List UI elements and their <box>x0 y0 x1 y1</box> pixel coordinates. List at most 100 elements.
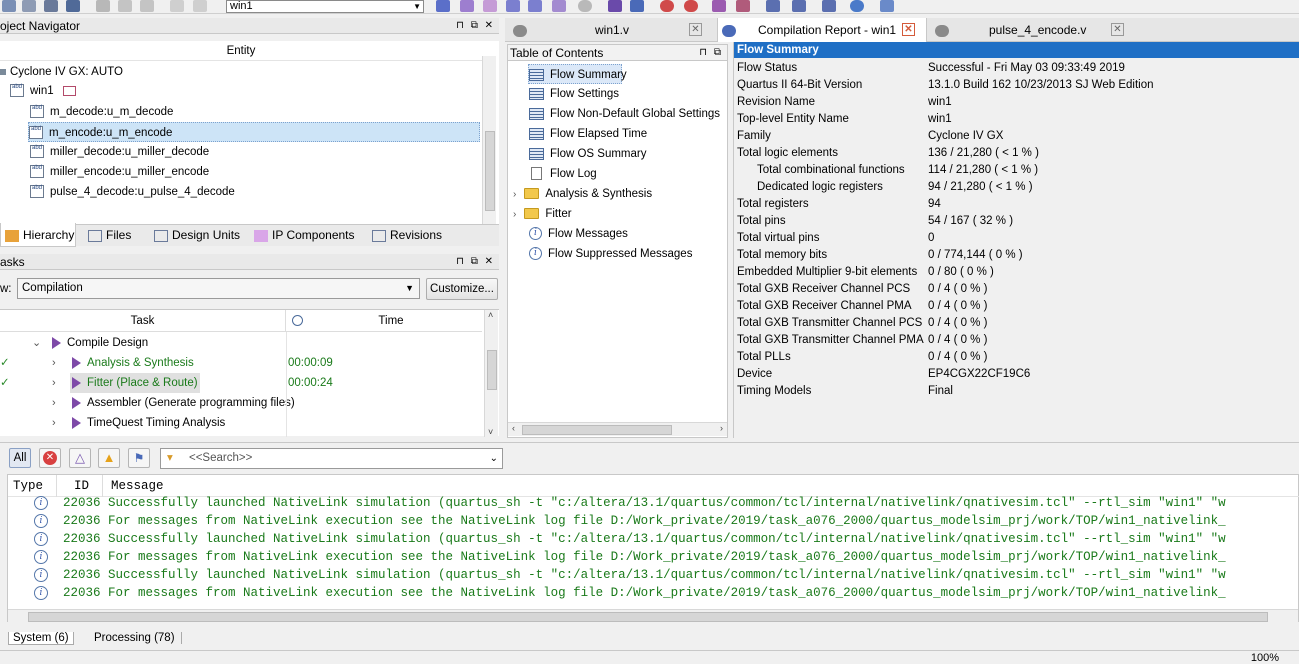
device-node[interactable]: Cyclone IV GX: AUTO <box>0 62 123 82</box>
stop-icon[interactable] <box>578 0 592 12</box>
summary-row[interactable]: Revision Name win1 <box>734 94 1299 111</box>
paste-icon[interactable] <box>140 0 154 12</box>
tab-system[interactable]: System (6) <box>8 632 74 645</box>
summary-row[interactable]: Family Cyclone IV GX <box>734 128 1299 145</box>
tab-pulse-4-encode-v[interactable]: pulse_4_encode.v ✕ <box>931 18 1131 42</box>
chip-planner-icon[interactable] <box>506 0 520 12</box>
customize-button[interactable]: Customize... <box>426 278 498 300</box>
cut-icon[interactable] <box>96 0 110 12</box>
toc-item-flow-summary[interactable]: Flow Summary <box>528 64 627 84</box>
analysis-icon[interactable] <box>630 0 644 12</box>
settings-icon[interactable] <box>483 0 497 12</box>
vertical-scrollbar[interactable]: ˄ ˅ <box>484 310 498 437</box>
assignment-editor-icon[interactable] <box>460 0 474 12</box>
chevron-right-icon[interactable]: › <box>52 353 56 373</box>
summary-row[interactable]: Device EP4CGX22CF19C6 <box>734 366 1299 383</box>
close-icon[interactable]: ✕ <box>1111 23 1124 36</box>
flow-select[interactable]: Compilation ▼ <box>17 278 420 299</box>
undo-icon[interactable] <box>170 0 184 12</box>
programmer-icon[interactable] <box>792 0 806 12</box>
summary-row[interactable]: Total pins 54 / 167 ( 32 % ) <box>734 213 1299 230</box>
start-compilation-icon[interactable] <box>608 0 622 12</box>
filter-errors-button[interactable]: ✕ <box>39 448 61 468</box>
column-header-time[interactable]: Time <box>286 310 496 332</box>
timing-icon[interactable] <box>660 0 674 12</box>
column-header-type[interactable]: Type <box>13 475 43 497</box>
copy-icon[interactable] <box>118 0 132 12</box>
tab-ip-components[interactable]: IP Components <box>250 223 355 247</box>
task-row[interactable]: › TimeQuest Timing Analysis <box>0 413 482 433</box>
feedback-icon[interactable] <box>880 0 894 12</box>
toc-item[interactable]: Flow Elapsed Time <box>529 124 647 144</box>
panel-window-buttons[interactable]: ⊓ ⧉ <box>699 45 723 61</box>
tree-item-selected[interactable]: abd m_encode:u_m_encode <box>28 122 480 142</box>
chevron-down-icon[interactable]: ⌄ <box>490 449 498 468</box>
chevron-right-icon[interactable]: › <box>52 393 56 413</box>
column-header-task[interactable]: Task <box>0 310 286 332</box>
tree-item[interactable]: abd miller_decode:u_miller_decode <box>30 142 209 162</box>
filter-all-button[interactable]: All <box>9 448 31 468</box>
summary-row[interactable]: Total GXB Transmitter Channel PMA 0 / 4 (… <box>734 332 1299 349</box>
summary-row[interactable]: Quartus II 64-Bit Version 13.1.0 Build 16… <box>734 77 1299 94</box>
tab-win1-v[interactable]: win1.v ✕ <box>509 18 714 42</box>
toc-item[interactable]: Flow Non-Default Global Settings <box>529 104 720 124</box>
scroll-left-icon[interactable]: ‹ <box>512 423 515 433</box>
panel-window-buttons[interactable]: ⊓ ⧉ ✕ <box>456 254 495 270</box>
close-icon[interactable]: ✕ <box>689 23 702 36</box>
tab-files[interactable]: Files <box>84 223 131 247</box>
timequest-icon[interactable] <box>552 0 566 12</box>
scroll-down-icon[interactable]: ˅ <box>488 427 493 437</box>
task-row[interactable]: ✓ › Analysis & Synthesis 00:00:09 <box>0 353 482 373</box>
filter-warnings-button[interactable]: ▲ <box>98 448 120 468</box>
toc-item[interactable]: Flow Settings <box>529 84 619 104</box>
summary-row[interactable]: Total combinational functions 114 / 21,28… <box>734 162 1299 179</box>
tab-design-units[interactable]: Design Units <box>150 223 240 247</box>
task-row[interactable]: ⌄ Compile Design <box>0 333 482 353</box>
revision-combo[interactable]: win1 ▼ <box>226 0 424 13</box>
summary-row[interactable]: Top-level Entity Name win1 <box>734 111 1299 128</box>
panel-window-buttons[interactable]: ⊓ ⧉ ✕ <box>456 18 495 34</box>
scrollbar-thumb[interactable] <box>485 131 495 211</box>
toc-item[interactable]: › Fitter <box>513 204 572 224</box>
save-icon[interactable] <box>44 0 58 12</box>
scroll-up-icon[interactable]: ˄ <box>488 310 493 320</box>
message-search-input[interactable]: ▾ <<Search>> ⌄ <box>160 448 503 469</box>
horizontal-scrollbar[interactable] <box>8 609 1298 623</box>
open-icon[interactable] <box>22 0 36 12</box>
chip-icon[interactable] <box>766 0 780 12</box>
scroll-right-icon[interactable]: › <box>720 423 723 433</box>
toc-item[interactable]: i Flow Messages <box>529 224 628 244</box>
toc-item[interactable]: › Analysis & Synthesis <box>513 184 652 204</box>
summary-row[interactable]: Total GXB Receiver Channel PMA 0 / 4 ( 0 … <box>734 298 1299 315</box>
rtl-viewer-icon[interactable] <box>712 0 726 12</box>
tab-hierarchy[interactable]: Hierarchy <box>0 223 76 247</box>
chevron-right-icon[interactable]: › <box>513 209 516 220</box>
summary-row[interactable]: Total registers 94 <box>734 196 1299 213</box>
summary-row[interactable]: Total logic elements 136 / 21,280 ( < 1 %… <box>734 145 1299 162</box>
tree-item[interactable]: abd pulse_4_decode:u_pulse_4_decode <box>30 182 235 202</box>
toc-item[interactable]: Flow Log <box>529 164 597 184</box>
vertical-scrollbar[interactable] <box>482 56 496 224</box>
chevron-right-icon[interactable]: › <box>513 189 516 200</box>
redo-icon[interactable] <box>193 0 207 12</box>
summary-row[interactable]: Total GXB Transmitter Channel PCS 0 / 4 (… <box>734 315 1299 332</box>
technology-map-icon[interactable] <box>736 0 750 12</box>
summary-row[interactable]: Embedded Multiplier 9-bit elements 0 / 80… <box>734 264 1299 281</box>
chevron-right-icon[interactable]: › <box>52 413 56 433</box>
filter-suppressed-button[interactable]: ⚑ <box>128 448 150 468</box>
pin-planner-icon[interactable] <box>436 0 450 12</box>
tab-compilation-report[interactable]: Compilation Report - win1 ✕ <box>717 18 927 42</box>
top-entity-node[interactable]: abd win1 <box>10 81 76 101</box>
task-row[interactable]: › Assembler (Generate programming files) <box>0 393 482 413</box>
new-file-icon[interactable] <box>2 0 16 12</box>
task-row[interactable]: ✓ › Fitter (Place & Route) 00:00:24 <box>0 373 482 393</box>
summary-row[interactable]: Flow Status Successful - Fri May 03 09:33… <box>734 60 1299 77</box>
summary-row[interactable]: Total GXB Receiver Channel PCS 0 / 4 ( 0 … <box>734 281 1299 298</box>
design-partition-icon[interactable] <box>528 0 542 12</box>
clock-icon[interactable] <box>684 0 698 12</box>
chevron-right-icon[interactable]: › <box>52 373 56 393</box>
help-icon[interactable] <box>850 0 864 12</box>
filter-critical-warnings-button[interactable]: △ <box>69 448 91 468</box>
horizontal-scrollbar[interactable]: ‹ › <box>508 422 727 436</box>
chevron-down-icon[interactable]: ⌄ <box>32 333 41 353</box>
